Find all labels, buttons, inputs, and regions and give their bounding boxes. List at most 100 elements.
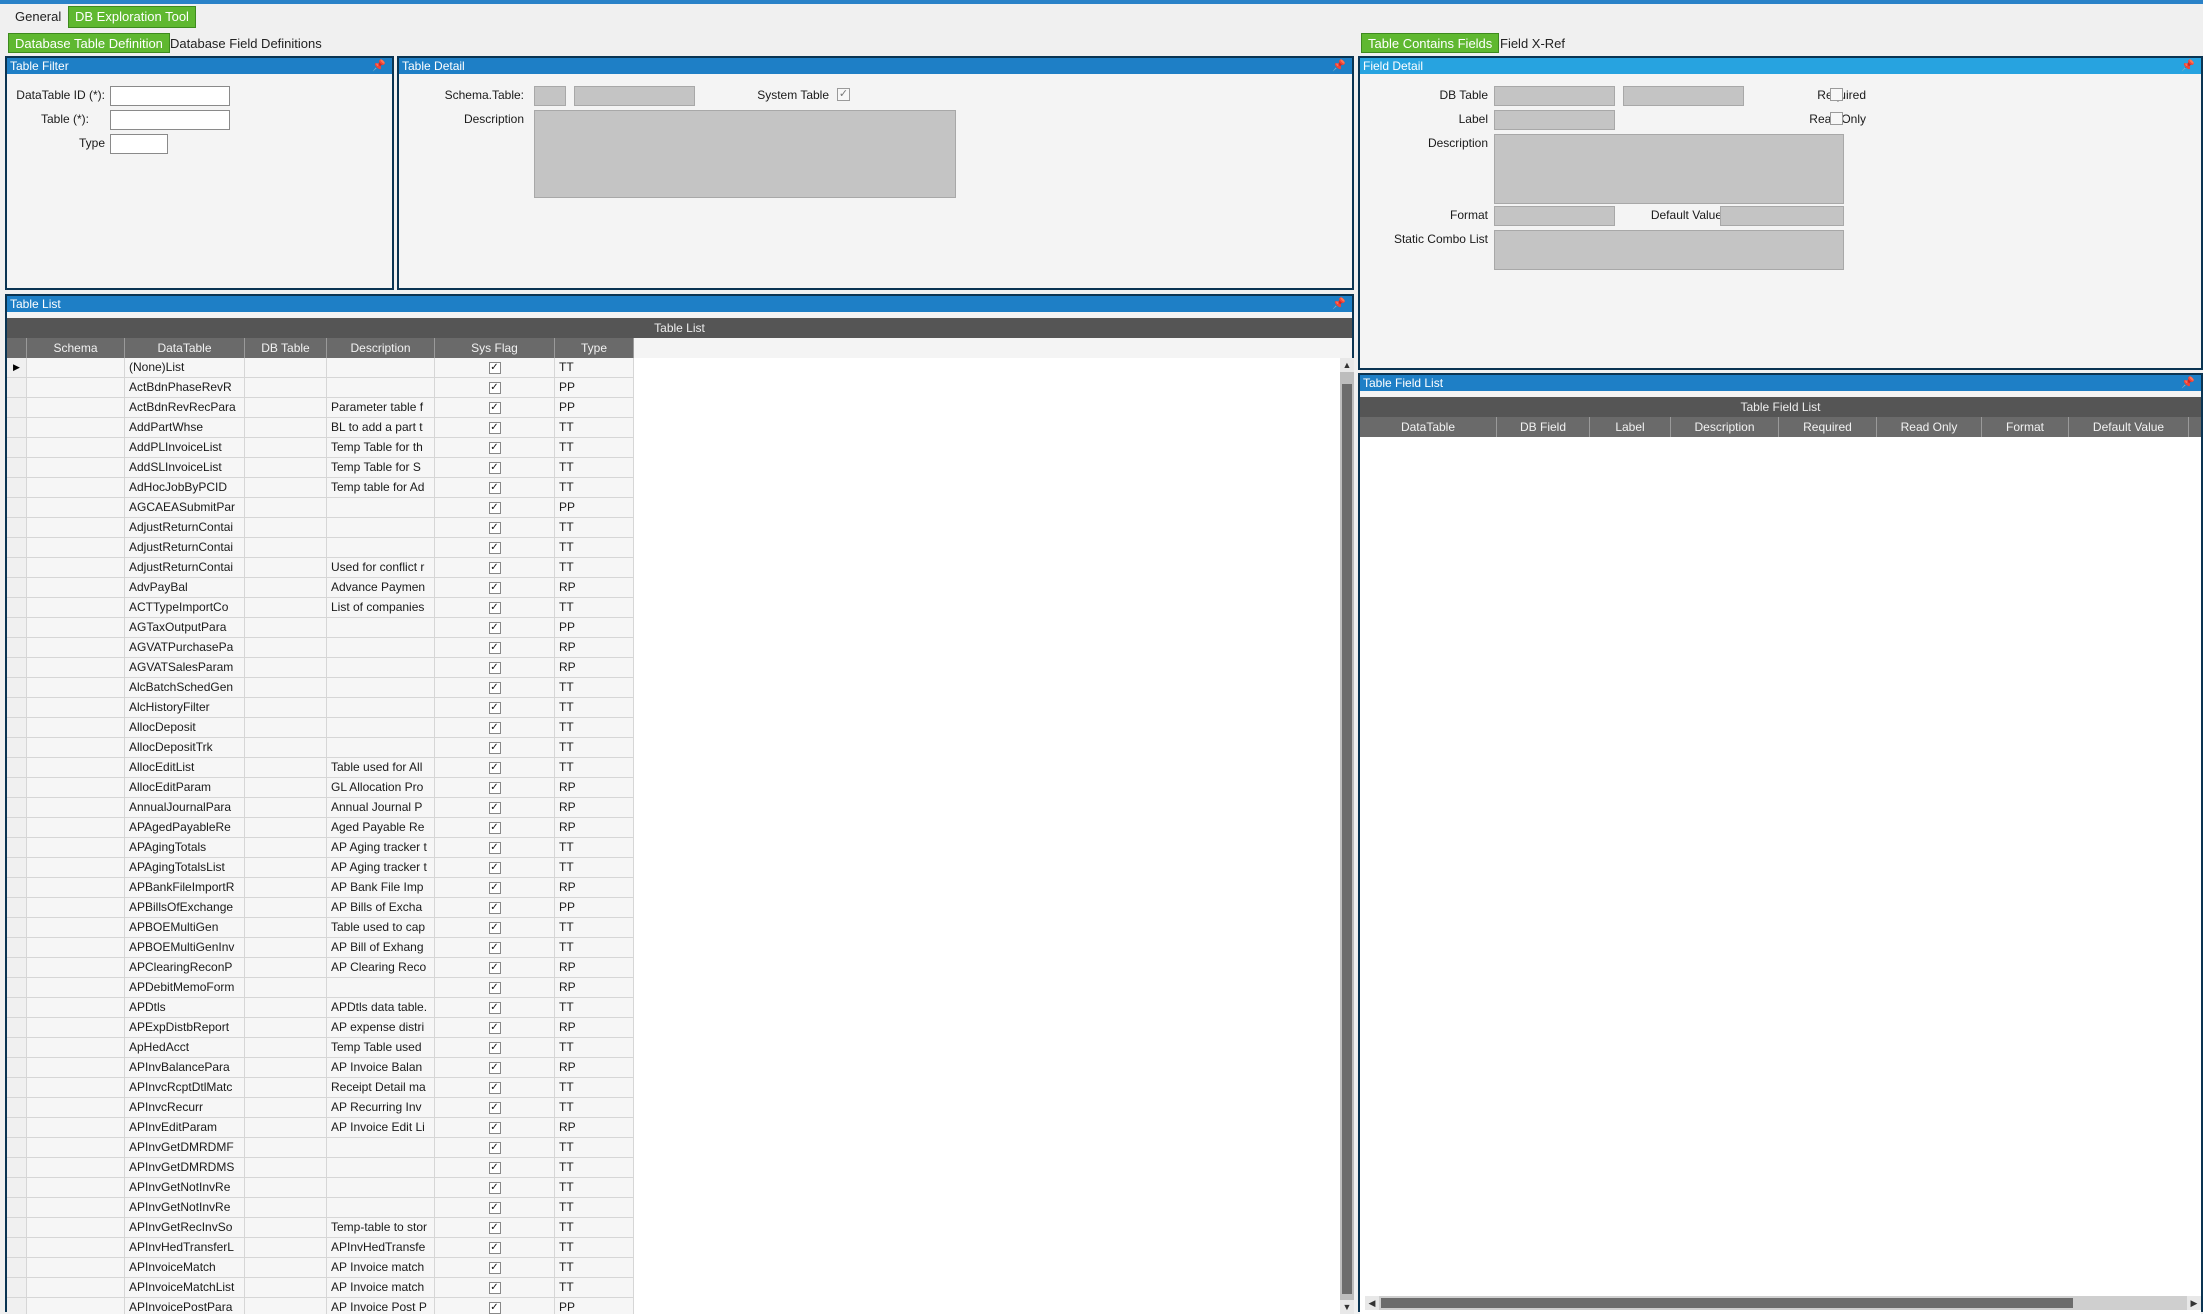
cell-sys-flag[interactable]: ✓ (435, 1278, 555, 1298)
sys-flag-checkbox[interactable]: ✓ (488, 981, 501, 994)
cell-sys-flag[interactable]: ✓ (435, 538, 555, 558)
cell-type[interactable]: TT (555, 1158, 634, 1178)
cell-datatable[interactable]: APExpDistbReport (125, 1018, 245, 1038)
cell-db-table[interactable] (245, 438, 327, 458)
row-selector[interactable] (7, 698, 27, 718)
cell-description[interactable] (327, 358, 435, 378)
pin-icon[interactable]: 📌 (1332, 296, 1346, 312)
cell-description[interactable]: AP Aging tracker t (327, 838, 435, 858)
cell-db-table[interactable] (245, 478, 327, 498)
cell-description[interactable] (327, 378, 435, 398)
row-selector[interactable] (7, 758, 27, 778)
tab-general[interactable]: General (9, 7, 67, 27)
table-row[interactable]: AllocEditParam GL Allocation Pro ✓ RP (7, 778, 634, 798)
cell-description[interactable]: APDtls data table. (327, 998, 435, 1018)
row-selector[interactable] (7, 1118, 27, 1138)
cell-sys-flag[interactable]: ✓ (435, 378, 555, 398)
cell-datatable[interactable]: APInvEditParam (125, 1118, 245, 1138)
cell-db-table[interactable] (245, 598, 327, 618)
cell-type[interactable]: TT (555, 538, 634, 558)
cell-db-table[interactable] (245, 1178, 327, 1198)
cell-datatable[interactable]: AGTaxOutputPara (125, 618, 245, 638)
row-selector[interactable] (7, 998, 27, 1018)
row-selector[interactable]: ▶ (7, 358, 27, 378)
cell-schema[interactable] (27, 958, 125, 978)
sys-flag-checkbox[interactable]: ✓ (488, 801, 501, 814)
cell-schema[interactable] (27, 718, 125, 738)
cell-sys-flag[interactable]: ✓ (435, 938, 555, 958)
sys-flag-checkbox[interactable]: ✓ (488, 1021, 501, 1034)
cell-type[interactable]: RP (555, 1058, 634, 1078)
cell-db-table[interactable] (245, 1098, 327, 1118)
sys-flag-checkbox[interactable]: ✓ (488, 1201, 501, 1214)
cell-datatable[interactable]: ActBdnRevRecPara (125, 398, 245, 418)
sys-flag-checkbox[interactable]: ✓ (488, 481, 501, 494)
table-row[interactable]: APAgingTotalsList AP Aging tracker t ✓ TT (7, 858, 634, 878)
cell-description[interactable]: Table used for All (327, 758, 435, 778)
cell-datatable[interactable]: APInvGetRecInvSo (125, 1218, 245, 1238)
cell-description[interactable]: List of companies (327, 598, 435, 618)
row-selector[interactable] (7, 618, 27, 638)
cell-schema[interactable] (27, 1218, 125, 1238)
table-row[interactable]: APBOEMultiGenInv AP Bill of Exhang ✓ TT (7, 938, 634, 958)
cell-description[interactable] (327, 658, 435, 678)
cell-datatable[interactable]: AnnualJournalPara (125, 798, 245, 818)
sys-flag-checkbox[interactable]: ✓ (488, 721, 501, 734)
cell-description[interactable] (327, 738, 435, 758)
cell-schema[interactable] (27, 658, 125, 678)
cell-sys-flag[interactable]: ✓ (435, 678, 555, 698)
cell-sys-flag[interactable]: ✓ (435, 1118, 555, 1138)
cell-datatable[interactable]: AddPLInvoiceList (125, 438, 245, 458)
table-row[interactable]: AddSLInvoiceList Temp Table for S ✓ TT (7, 458, 634, 478)
cell-sys-flag[interactable]: ✓ (435, 1258, 555, 1278)
cell-schema[interactable] (27, 678, 125, 698)
scroll-right-icon[interactable]: ▶ (2187, 1296, 2201, 1310)
cell-datatable[interactable]: APBOEMultiGenInv (125, 938, 245, 958)
cell-type[interactable]: TT (555, 1258, 634, 1278)
cell-type[interactable]: TT (555, 1218, 634, 1238)
cell-sys-flag[interactable]: ✓ (435, 1158, 555, 1178)
cell-sys-flag[interactable]: ✓ (435, 518, 555, 538)
table-row[interactable]: APBillsOfExchange AP Bills of Excha ✓ PP (7, 898, 634, 918)
cell-sys-flag[interactable]: ✓ (435, 898, 555, 918)
cell-sys-flag[interactable]: ✓ (435, 478, 555, 498)
cell-type[interactable]: TT (555, 478, 634, 498)
cell-datatable[interactable]: AddSLInvoiceList (125, 458, 245, 478)
cell-datatable[interactable]: APBankFileImportR (125, 878, 245, 898)
cell-type[interactable]: RP (555, 818, 634, 838)
cell-db-table[interactable] (245, 798, 327, 818)
row-selector[interactable] (7, 1258, 27, 1278)
cell-description[interactable]: AP Invoice Balan (327, 1058, 435, 1078)
cell-type[interactable]: TT (555, 1238, 634, 1258)
cell-db-table[interactable] (245, 778, 327, 798)
cell-type[interactable]: TT (555, 998, 634, 1018)
row-selector[interactable] (7, 1138, 27, 1158)
cell-type[interactable]: TT (555, 1078, 634, 1098)
cell-db-table[interactable] (245, 1078, 327, 1098)
sys-flag-checkbox[interactable]: ✓ (488, 921, 501, 934)
cell-sys-flag[interactable]: ✓ (435, 1178, 555, 1198)
cell-datatable[interactable]: APInvoiceMatchList (125, 1278, 245, 1298)
tab-field-xref[interactable]: Field X-Ref (1494, 34, 1571, 54)
cell-type[interactable]: TT (555, 758, 634, 778)
cell-db-table[interactable] (245, 978, 327, 998)
sys-flag-checkbox[interactable]: ✓ (488, 1061, 501, 1074)
cell-type[interactable]: TT (555, 558, 634, 578)
table-row[interactable]: APInvGetDMRDMF ✓ TT (7, 1138, 634, 1158)
field-column-header-description[interactable]: Description (1671, 417, 1779, 437)
table-row[interactable]: AlcHistoryFilter ✓ TT (7, 698, 634, 718)
sys-flag-checkbox[interactable]: ✓ (488, 521, 501, 534)
cell-schema[interactable] (27, 878, 125, 898)
cell-type[interactable]: PP (555, 618, 634, 638)
type-input[interactable] (110, 134, 168, 154)
cell-schema[interactable] (27, 478, 125, 498)
cell-datatable[interactable]: APDtls (125, 998, 245, 1018)
row-selector[interactable] (7, 678, 27, 698)
cell-datatable[interactable]: APInvGetNotInvRe (125, 1178, 245, 1198)
cell-description[interactable]: BL to add a part t (327, 418, 435, 438)
sys-flag-checkbox[interactable]: ✓ (488, 421, 501, 434)
row-selector[interactable] (7, 958, 27, 978)
table-row[interactable]: APAgingTotals AP Aging tracker t ✓ TT (7, 838, 634, 858)
cell-schema[interactable] (27, 538, 125, 558)
row-selector[interactable] (7, 1278, 27, 1298)
